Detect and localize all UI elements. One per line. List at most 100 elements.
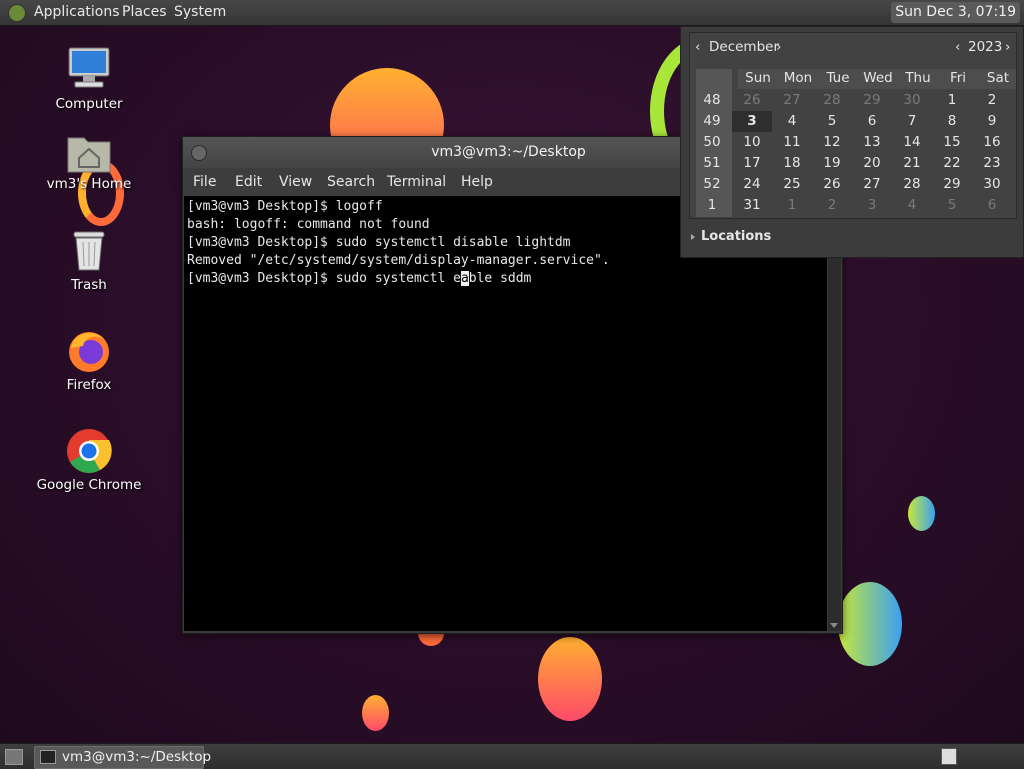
terminal-current-line: [vm3@vm3 Desktop]$ sudo systemctl eable … [187,270,531,288]
calendar-day[interactable]: 6 [972,195,1012,216]
desktop-icon-firefox[interactable]: Firefox [34,326,144,396]
calendar-day[interactable]: 9 [972,111,1012,132]
app-menu-icon[interactable] [8,4,26,22]
calendar-day[interactable]: 31 [732,195,772,216]
applications-menu[interactable]: Applications [34,0,120,25]
calendar-day[interactable]: 25 [772,174,812,195]
calendar-day[interactable]: 27 [772,90,812,111]
calendar-day[interactable]: 13 [852,132,892,153]
calendar-day[interactable]: 20 [852,153,892,174]
week-number: 50 [703,134,721,150]
desktop-icon-home[interactable]: vm3's Home [34,128,144,198]
places-menu[interactable]: Places [122,0,167,25]
desktop-icon-label: Computer [55,96,123,112]
menu-search[interactable]: Search [327,168,375,196]
clock[interactable]: Sun Dec 3, 07:19 [891,2,1020,23]
desktop-icon-trash[interactable]: Trash [34,228,144,298]
calendar-day[interactable]: 2 [972,90,1012,111]
weekday-label: Thu [905,70,931,86]
calendar-widget: ‹ December › ‹ 2023 › Sun Mon Tue Wed Thu Fri… [689,32,1017,219]
show-desktop-icon[interactable] [5,749,23,765]
prev-year-icon[interactable]: ‹ [955,33,960,61]
calendar-day[interactable]: 24 [732,174,772,195]
calendar-day[interactable]: 11 [772,132,812,153]
calendar-day[interactable]: 16 [972,132,1012,153]
menu-help[interactable]: Help [461,168,493,196]
next-month-icon[interactable]: › [776,33,781,61]
week-number: 49 [703,113,721,129]
menu-edit[interactable]: Edit [235,168,262,196]
chrome-icon [67,429,112,473]
home-folder-icon [67,137,111,173]
calendar-day[interactable]: 28 [892,174,932,195]
week-number: 48 [703,92,721,108]
taskbar-window-button[interactable]: vm3@vm3:~/Desktop [34,746,211,769]
next-year-icon[interactable]: › [1005,33,1010,61]
desktop-icon-label: Firefox [66,377,112,393]
calendar-day[interactable]: 29 [852,90,892,111]
calendar-day[interactable]: 15 [932,132,972,153]
calendar-day[interactable]: 23 [972,153,1012,174]
prev-month-icon[interactable]: ‹ [695,33,700,61]
desktop-icon-label: vm3's Home [46,176,132,192]
calendar-day[interactable]: 12 [812,132,852,153]
menu-file[interactable]: File [193,168,216,196]
calendar-day[interactable]: 17 [732,153,772,174]
bottom-panel: vm3@vm3:~/Desktop [0,743,1024,769]
calendar-year: 2023 [968,39,1003,55]
calendar-day[interactable]: 1 [932,90,972,111]
calendar-day[interactable]: 4 [892,195,932,216]
calendar-day[interactable]: 3 [732,111,772,132]
taskbar-window-label: vm3@vm3:~/Desktop [62,749,212,765]
calendar-day[interactable]: 29 [932,174,972,195]
calendar-day[interactable]: 30 [892,90,932,111]
calendar-day[interactable]: 18 [772,153,812,174]
calendar-day[interactable]: 22 [932,153,972,174]
terminal-line: [vm3@vm3 Desktop]$ logoff [187,199,383,214]
text-cursor: a [460,271,469,286]
calendar-day[interactable]: 3 [852,195,892,216]
calendar-day[interactable]: 8 [932,111,972,132]
menu-view[interactable]: View [279,168,312,196]
calendar-day[interactable]: 27 [852,174,892,195]
system-menu[interactable]: System [174,0,226,25]
calendar-day[interactable]: 1 [772,195,812,216]
desktop-icon-chrome[interactable]: Google Chrome [34,427,144,497]
terminal-icon [40,750,56,764]
weekday-label: Sun [745,70,771,86]
desktop-icon-computer[interactable]: Computer [34,45,144,115]
week-number: 52 [703,176,721,192]
calendar-day[interactable]: 2 [812,195,852,216]
calendar-day[interactable]: 5 [812,111,852,132]
calendar-day[interactable]: 5 [932,195,972,216]
terminal-output[interactable]: [vm3@vm3 Desktop]$ logoff bash: logoff: … [184,196,827,631]
calendar-day[interactable]: 26 [812,174,852,195]
desktop-icon-label: Trash [71,277,107,293]
week-number: 51 [703,155,721,171]
calendar-day[interactable]: 10 [732,132,772,153]
decor-blob [908,496,935,531]
calendar-day[interactable]: 21 [892,153,932,174]
expander-arrow-icon[interactable] [691,234,695,240]
calendar-day[interactable]: 6 [852,111,892,132]
window-title: vm3@vm3:~/Desktop [431,144,586,160]
calendar-day[interactable]: 4 [772,111,812,132]
calendar-day[interactable]: 30 [972,174,1012,195]
decor-blob [538,637,602,721]
window-menu-icon[interactable] [191,145,207,161]
decor-blob [838,582,902,666]
terminal-scrollbar[interactable] [828,196,841,631]
calendar-popup: ‹ December › ‹ 2023 › Sun Mon Tue Wed Thu Fri… [680,26,1024,258]
weekday-label: Fri [949,70,967,86]
calendar-day[interactable]: 7 [892,111,932,132]
calendar-day[interactable]: 14 [892,132,932,153]
calendar-day[interactable]: 28 [812,90,852,111]
firefox-icon [69,332,109,372]
workspace-switcher-icon[interactable] [941,748,957,765]
scroll-down-arrow-icon[interactable] [830,623,838,628]
locations-expander[interactable]: Locations [701,229,771,244]
menu-terminal[interactable]: Terminal [387,168,446,196]
calendar-day[interactable]: 26 [732,90,772,111]
calendar-day[interactable]: 19 [812,153,852,174]
weekday-label: Sat [986,70,1010,86]
